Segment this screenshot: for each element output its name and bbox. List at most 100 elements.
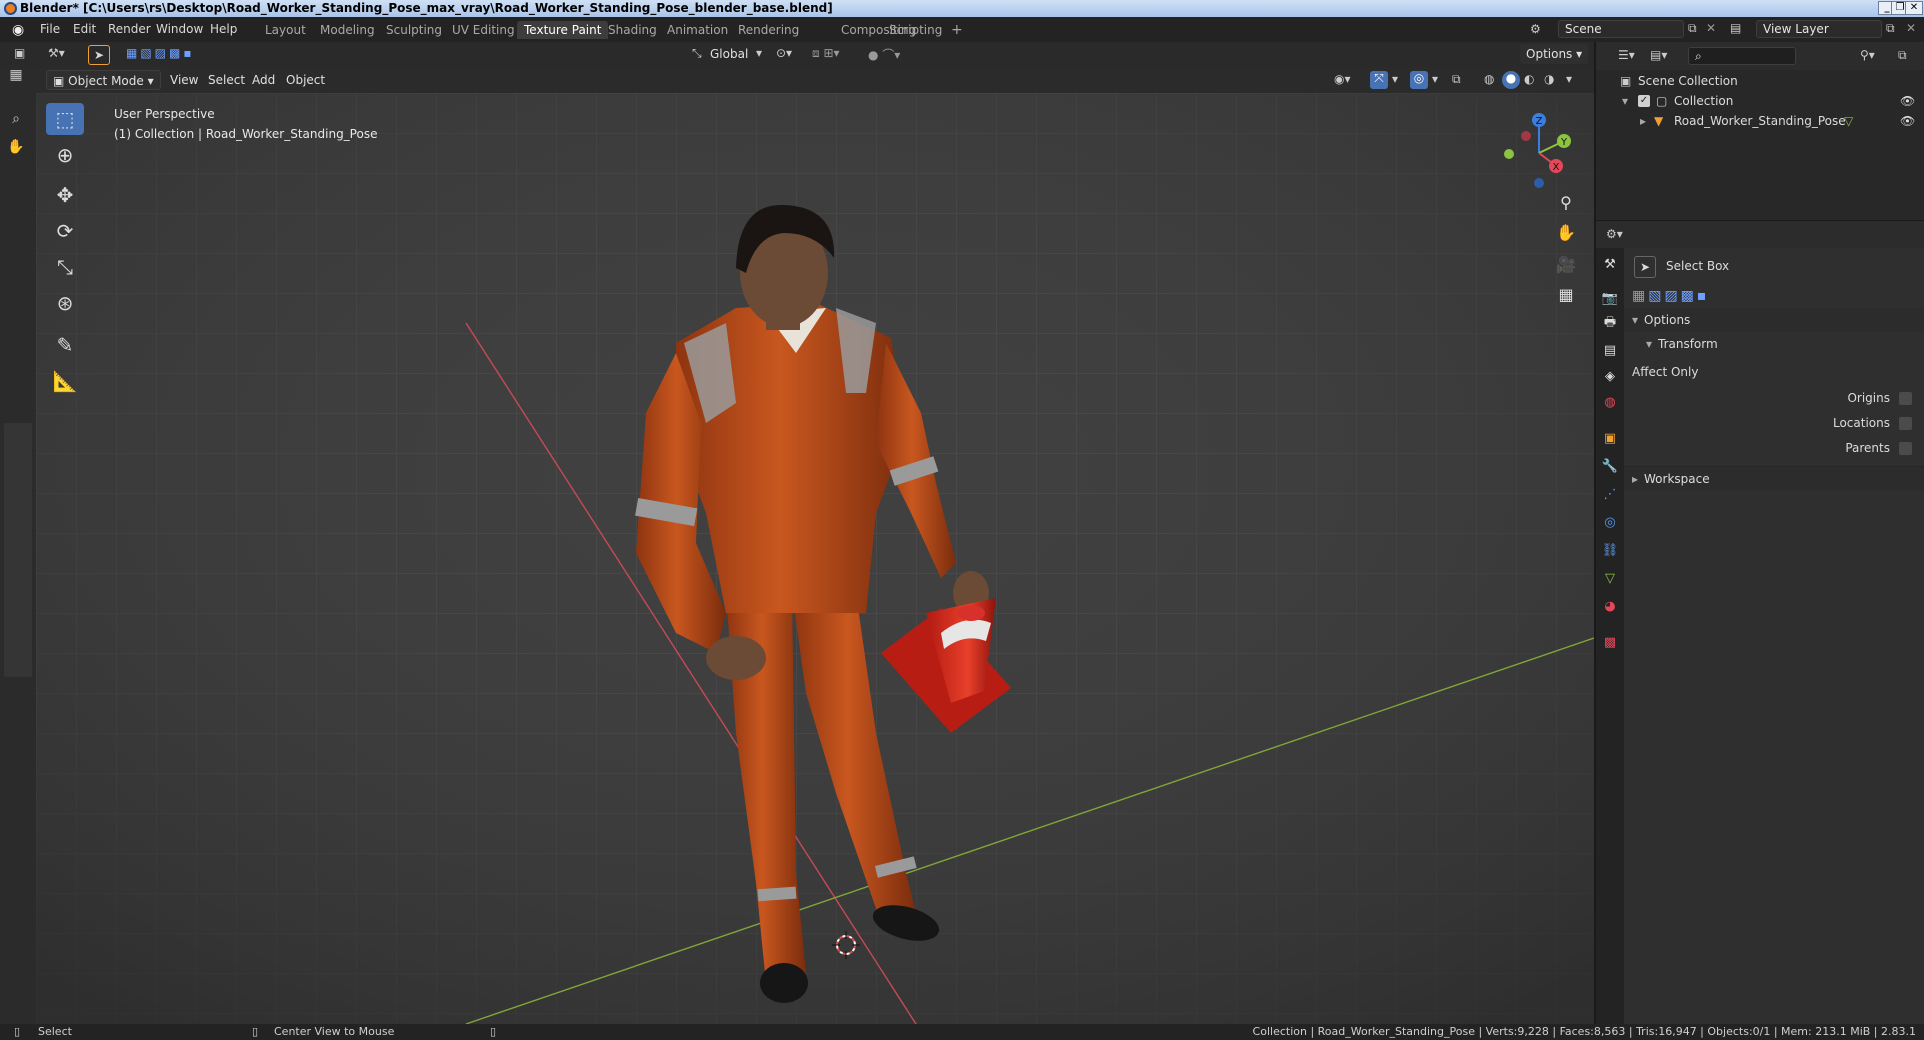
menu-object[interactable]: Object [280,70,331,90]
view-layer-tab-icon[interactable]: ▤ [1600,340,1620,360]
snap-icon[interactable]: ⧈ ⊞▾ [812,46,840,61]
modifier-tab-icon[interactable]: 🔧 [1600,456,1620,476]
particles-tab-icon[interactable]: ⋰ [1600,484,1620,504]
expand-arrow-icon[interactable]: ▸ [1640,111,1646,131]
navigation-gizmo[interactable]: Z Y X [1494,108,1584,198]
outliner-row-object[interactable]: ▸ ▼ Road_Worker_Standing_Pose ▽ 👁 [1596,111,1924,131]
gizmo-neg-x-axis[interactable] [1521,131,1531,141]
active-tool-icon[interactable]: ➤ [88,45,110,65]
select-box-icon[interactable]: ➤ [1634,256,1656,278]
gizmo-neg-z-axis[interactable] [1534,178,1544,188]
select-mode-icons[interactable]: ▦▧▨▩▪ [126,46,194,60]
options-dropdown[interactable]: Options ▾ [1520,44,1589,64]
locations-checkbox[interactable] [1899,417,1912,430]
eye-icon[interactable]: 👁 [1900,91,1915,111]
annotate-tool-icon[interactable]: ✎ [46,329,84,361]
collection-checkbox[interactable]: ✓ [1638,95,1650,107]
pivot-point-icon[interactable]: ⊙▾ [776,46,792,60]
menu-add[interactable]: Add [246,70,281,90]
delete-scene-icon[interactable]: ✕ [1706,21,1716,35]
blender-menu-icon[interactable]: ◉ [12,22,24,38]
3d-viewport[interactable] [36,93,1594,1024]
move-tool-icon[interactable]: ✥ [46,179,84,211]
tab-scripting[interactable]: Scripting [882,21,949,39]
outliner-editor-type-icon[interactable]: ☰▾ [1618,48,1635,62]
tab-texture-paint[interactable]: Texture Paint [517,21,609,39]
menu-select[interactable]: Select [202,70,251,90]
view-layer-icon[interactable]: ▤ [1730,21,1741,35]
tab-shading[interactable]: Shading [601,21,664,39]
display-mode-icon[interactable]: ▤▾ [1650,48,1667,62]
origins-checkbox[interactable] [1899,392,1912,405]
tool-settings-icon[interactable]: ⚒▾ [48,46,65,60]
material-shading-icon[interactable]: ◐ [1524,72,1534,86]
chevron-down-icon[interactable]: ▾ [1566,72,1572,86]
zoom-strip-icon[interactable]: ⌕ [4,111,28,135]
new-collection-icon[interactable]: ⧉ [1898,48,1907,63]
texture-tab-icon[interactable]: ▩ [1600,632,1620,652]
scene-tab-icon[interactable]: ◈ [1600,366,1620,386]
world-tab-icon[interactable]: ◍ [1600,392,1620,412]
proportional-edit-icon[interactable]: ● ⌒▾ [868,46,900,63]
chevron-down-icon[interactable]: ▾ [1432,72,1438,86]
chevron-down-icon[interactable]: ▾ [1392,72,1398,86]
wireframe-shading-icon[interactable]: ◍ [1484,72,1494,86]
visibility-icon[interactable]: ◉▾ [1334,72,1351,86]
workspace-panel-header[interactable]: ▸ Workspace [1624,466,1924,490]
tab-layout[interactable]: Layout [258,21,313,39]
editor-type-icon[interactable]: ▣ [14,46,25,60]
add-workspace-button[interactable]: + [944,21,970,39]
new-scene-icon[interactable]: ⧉ [1688,21,1697,36]
select-mode-buttons-icon[interactable]: ▦▧▨▩▪ [1632,284,1709,308]
tab-sculpting[interactable]: Sculpting [379,21,449,39]
hand-strip-icon[interactable]: ✋ [4,139,28,163]
mode-dropdown[interactable]: ▣ Object Mode ▾ [46,70,161,90]
delete-view-layer-icon[interactable]: ✕ [1906,21,1916,35]
transform-subpanel-header[interactable]: ▾ Transform [1624,332,1924,356]
tab-modeling[interactable]: Modeling [313,21,382,39]
filter-icon[interactable]: ⚲▾ [1860,48,1875,62]
expand-arrow-icon[interactable]: ▾ [1622,91,1628,111]
zoom-icon[interactable]: ⚲ [1552,188,1580,216]
outliner-row-collection[interactable]: ▾ ✓ ▢ Collection 👁 [1596,91,1924,111]
tab-rendering[interactable]: Rendering [731,21,806,39]
outliner-row-scene-collection[interactable]: ▣ Scene Collection [1596,71,1924,91]
eye-icon[interactable]: 👁 [1900,111,1915,131]
menu-view[interactable]: View [164,70,204,90]
menu-window[interactable]: Window [156,22,203,36]
tab-animation[interactable]: Animation [660,21,735,39]
close-button[interactable]: ✕ [1905,1,1923,15]
transform-orientation-dropdown[interactable]: Global [704,44,754,64]
transform-orientation-icon[interactable]: ⤡ [692,46,702,61]
menu-render[interactable]: Render [108,22,151,36]
scale-tool-icon[interactable]: ⤡ [46,251,84,283]
material-tab-icon[interactable]: ◕ [1600,596,1620,616]
menu-help[interactable]: Help [210,22,237,36]
properties-editor-type-icon[interactable]: ⚙▾ [1606,227,1623,241]
options-panel-header[interactable]: ▾ Options [1624,308,1924,332]
rendered-shading-icon[interactable]: ◑ [1544,72,1554,86]
pan-hand-icon[interactable]: ✋ [1552,218,1580,246]
scene-icon[interactable]: ⚙ [1530,22,1541,36]
constraints-tab-icon[interactable]: ⛓ [1600,540,1620,560]
physics-tab-icon[interactable]: ◎ [1600,512,1620,532]
outliner-search-input[interactable]: ⌕ [1688,47,1796,65]
overlays-toggle-icon[interactable]: ◎ [1410,71,1428,89]
menu-edit[interactable]: Edit [73,22,96,36]
output-tab-icon[interactable]: 🖶 [1600,314,1620,334]
transform-tool-icon[interactable]: ⊛ [46,287,84,319]
parents-checkbox[interactable] [1899,442,1912,455]
ortho-toggle-icon[interactable]: ▦ [1552,280,1580,308]
mesh-data-icon[interactable]: ▽ [1844,111,1853,131]
cursor-tool-icon[interactable]: ⊕ [46,139,84,171]
measure-tool-icon[interactable]: 📐 [46,365,84,397]
camera-view-icon[interactable]: 🎥 [1552,250,1580,278]
tool-tab-icon[interactable]: ⚒ [1600,254,1620,274]
toolbar-toggle-icon[interactable]: ▦ [4,67,28,91]
strip-scroll-area[interactable] [4,423,32,677]
new-view-layer-icon[interactable]: ⧉ [1886,21,1895,36]
gizmo-toggle-icon[interactable]: ⤧ [1370,71,1388,89]
object-tab-icon[interactable]: ▣ [1600,428,1620,448]
solid-shading-icon[interactable]: ● [1502,71,1520,89]
render-tab-icon[interactable]: 📷 [1600,288,1620,308]
